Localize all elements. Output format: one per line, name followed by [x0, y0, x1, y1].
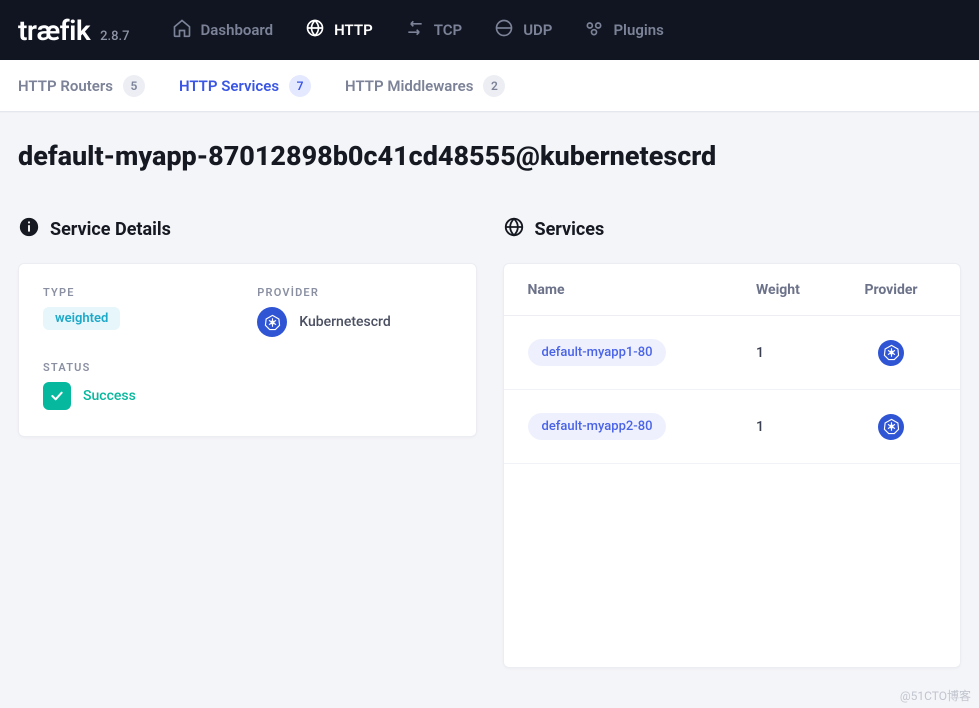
service-name-pill[interactable]: default-myapp2-80	[528, 413, 667, 440]
kubernetes-icon	[257, 307, 287, 337]
tab-http-services[interactable]: HTTP Services 7	[179, 75, 311, 97]
nav-label: TCP	[434, 21, 462, 39]
section-title: Services	[535, 219, 605, 240]
field-status: STATUS Success	[43, 361, 452, 410]
service-weight: 1	[756, 419, 846, 435]
plugins-icon	[584, 18, 604, 42]
type-chip: weighted	[43, 307, 120, 330]
service-weight: 1	[756, 345, 846, 361]
nav-label: UDP	[523, 21, 552, 39]
section-heading: Services	[503, 216, 962, 243]
service-details-section: Service Details TYPE weighted PROVİDER	[18, 216, 477, 668]
service-name-pill[interactable]: default-myapp1-80	[528, 339, 667, 366]
section-heading: Service Details	[18, 216, 477, 243]
subtab-label: HTTP Services	[179, 77, 279, 95]
check-icon	[43, 382, 71, 410]
nav-label: Plugins	[613, 21, 663, 39]
count-badge: 7	[289, 75, 311, 97]
info-icon	[18, 216, 40, 243]
brand-logo: træfik	[18, 14, 90, 47]
count-badge: 2	[483, 75, 505, 97]
col-weight: Weight	[756, 282, 846, 298]
top-navbar: træfik 2.8.7 Dashboard HTTP TCP UDP Plug…	[0, 0, 979, 60]
services-table: Name Weight Provider default-myapp1-80 1…	[503, 263, 962, 668]
home-icon	[172, 18, 192, 42]
nav-label: Dashboard	[201, 21, 274, 39]
swap-icon	[405, 18, 425, 42]
field-provider: PROVİDER Kubernetescrd	[257, 286, 451, 337]
table-row[interactable]: default-myapp1-80 1	[504, 316, 961, 390]
brand[interactable]: træfik 2.8.7	[18, 14, 130, 47]
globe-alt-icon	[494, 18, 514, 42]
field-type: TYPE weighted	[43, 286, 237, 337]
main-content: default-myapp-87012898b0c41cd48555@kuber…	[0, 112, 979, 668]
nav-http[interactable]: HTTP	[301, 12, 377, 48]
nav-dashboard[interactable]: Dashboard	[168, 12, 278, 48]
brand-version: 2.8.7	[100, 29, 129, 44]
kubernetes-icon	[878, 340, 904, 366]
table-row[interactable]: default-myapp2-80 1	[504, 390, 961, 464]
field-label: PROVİDER	[257, 286, 451, 299]
content-columns: Service Details TYPE weighted PROVİDER	[18, 216, 961, 668]
count-badge: 5	[123, 75, 145, 97]
watermark: @51CTO博客	[900, 687, 971, 704]
subtab-label: HTTP Middlewares	[345, 77, 473, 95]
services-section: Services Name Weight Provider default-my…	[503, 216, 962, 668]
subnav: HTTP Routers 5 HTTP Services 7 HTTP Midd…	[0, 60, 979, 112]
field-label: STATUS	[43, 361, 452, 374]
field-label: TYPE	[43, 286, 237, 299]
tab-http-middlewares[interactable]: HTTP Middlewares 2	[345, 75, 505, 97]
details-card: TYPE weighted PROVİDER Kubernetescrd	[18, 263, 477, 437]
nav-plugins[interactable]: Plugins	[580, 12, 667, 48]
table-header: Name Weight Provider	[504, 264, 961, 316]
nav-label: HTTP	[334, 21, 373, 39]
page-title: default-myapp-87012898b0c41cd48555@kuber…	[18, 140, 961, 172]
nav-tcp[interactable]: TCP	[401, 12, 466, 48]
col-provider: Provider	[846, 282, 936, 298]
globe-icon	[305, 18, 325, 42]
provider-name: Kubernetescrd	[299, 314, 390, 330]
status-text: Success	[83, 388, 136, 404]
nav-udp[interactable]: UDP	[490, 12, 556, 48]
kubernetes-icon	[878, 414, 904, 440]
subtab-label: HTTP Routers	[18, 77, 113, 95]
tab-http-routers[interactable]: HTTP Routers 5	[18, 75, 145, 97]
globe-icon	[503, 216, 525, 243]
col-name: Name	[528, 282, 757, 298]
section-title: Service Details	[50, 219, 171, 240]
